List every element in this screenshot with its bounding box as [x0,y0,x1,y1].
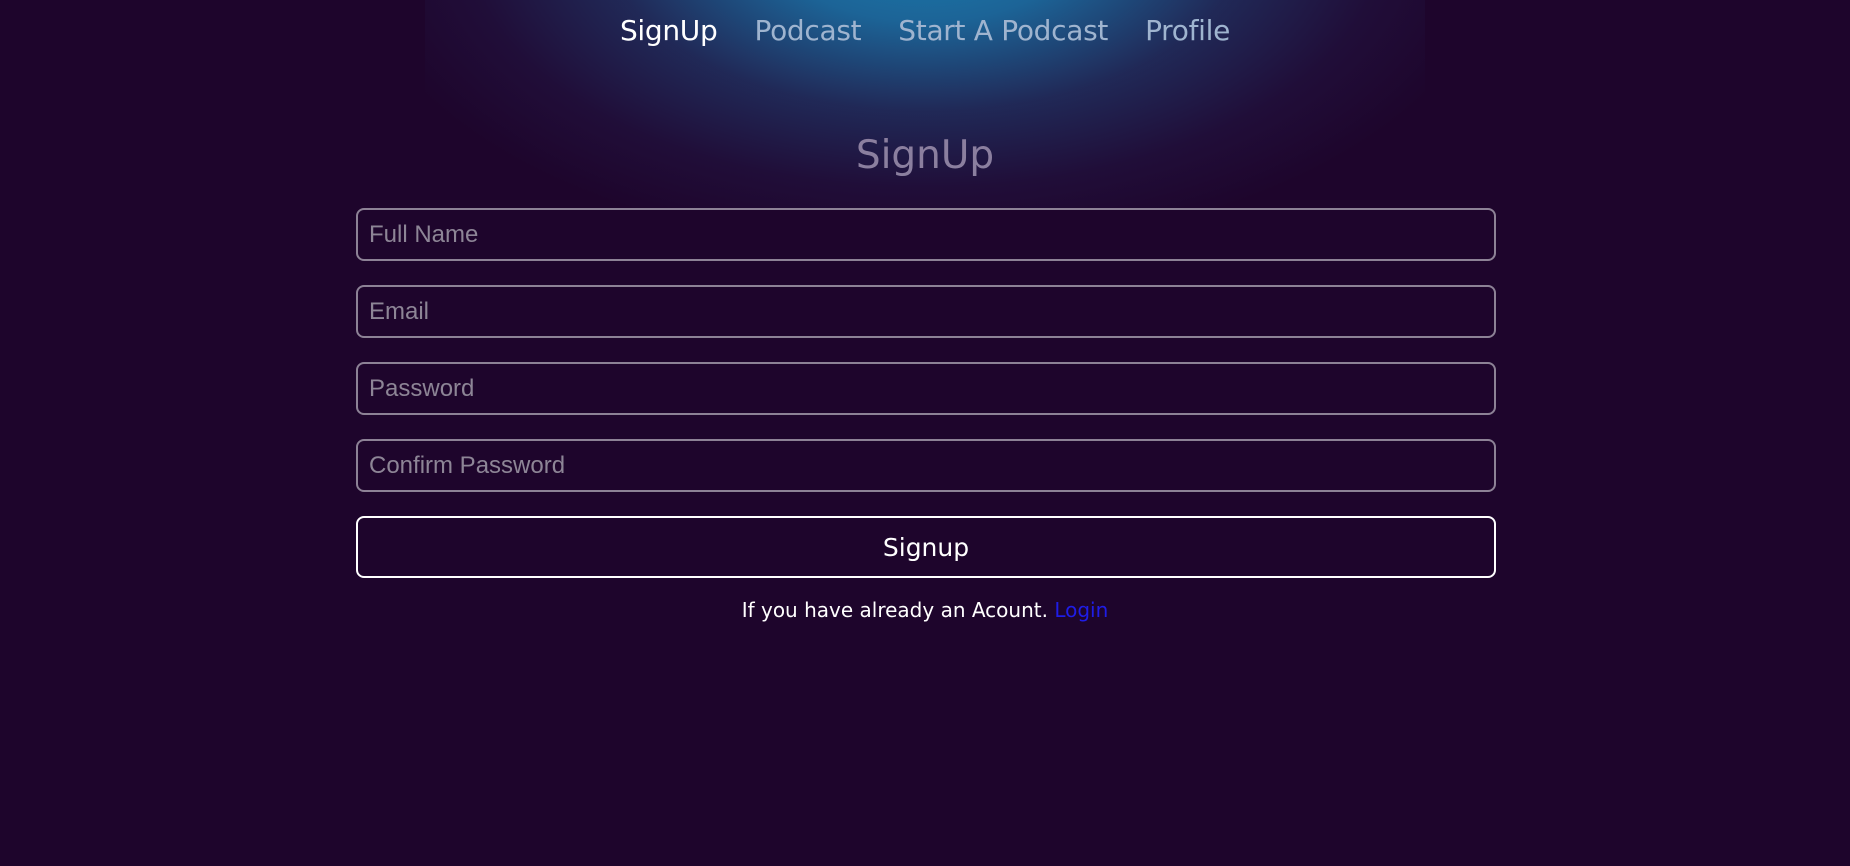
login-prompt: If you have already an Acount. Login [0,598,1850,622]
nav-item-podcast[interactable]: Podcast [754,14,861,47]
login-prompt-text: If you have already an Acount. [741,598,1055,622]
password-field[interactable] [356,362,1496,415]
signup-button[interactable]: Signup [356,516,1496,578]
nav-item-signup[interactable]: SignUp [620,14,718,47]
confirm-password-field[interactable] [356,439,1496,492]
nav-item-start-a-podcast[interactable]: Start A Podcast [898,14,1108,47]
page-title: SignUp [855,133,995,178]
top-nav: SignUp Podcast Start A Podcast Profile [0,0,1850,60]
nav-item-profile[interactable]: Profile [1145,14,1230,47]
login-link[interactable]: Login [1054,598,1108,622]
full-name-field[interactable] [356,208,1496,261]
signup-form: Signup [356,208,1496,578]
email-field[interactable] [356,285,1496,338]
